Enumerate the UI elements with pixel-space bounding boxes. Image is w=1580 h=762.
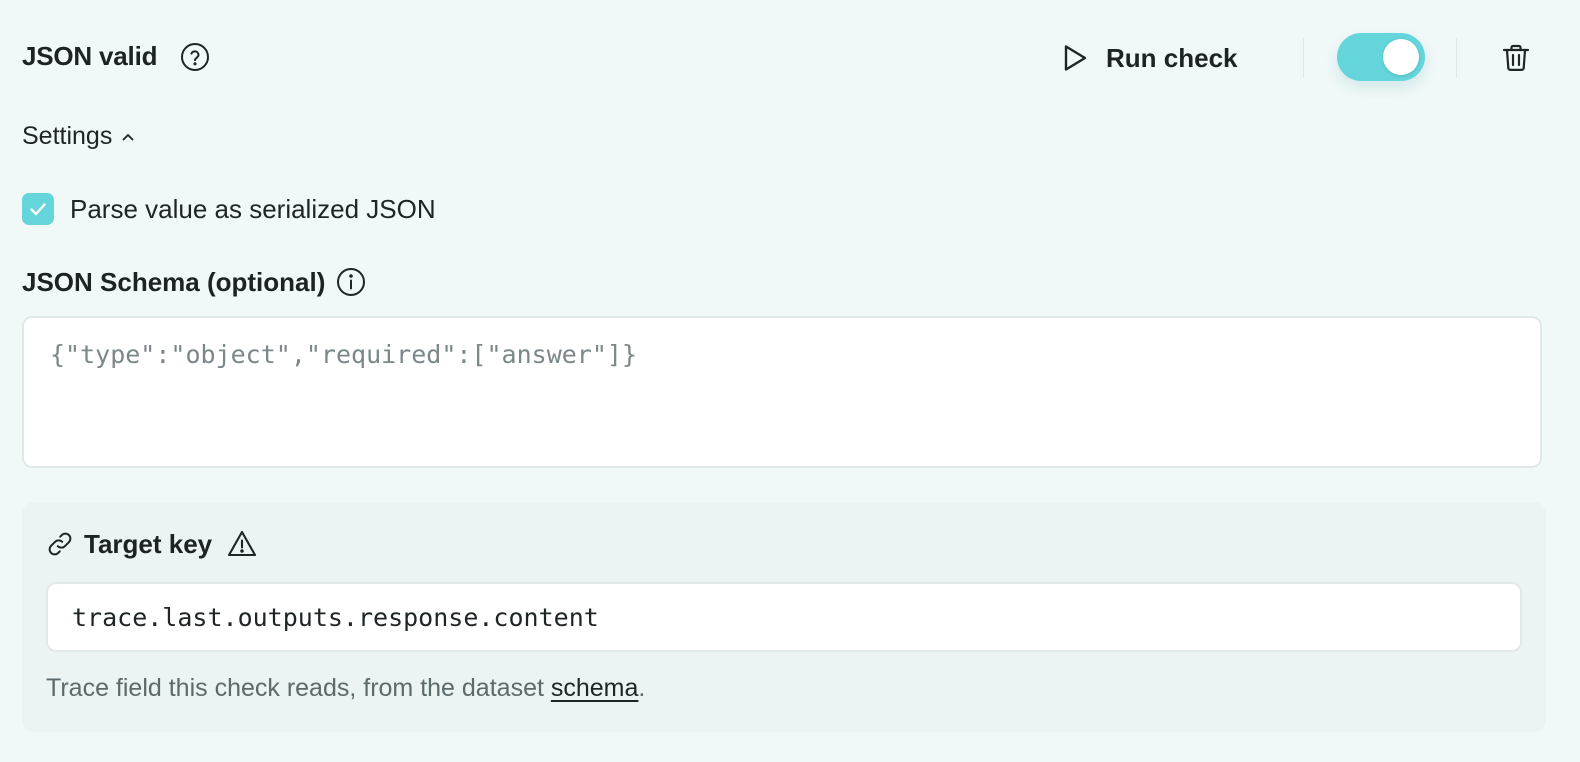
header-divider [1303,38,1304,78]
settings-label: Settings [22,122,113,150]
settings-toggle[interactable]: Settings [22,122,136,151]
check-icon [30,203,46,216]
info-icon[interactable] [335,266,367,298]
link-icon [48,532,72,556]
target-key-label: Target key [84,528,213,559]
help-circle-icon[interactable] [179,41,211,73]
target-key-panel: Target key trace.last.outputs.response.c… [22,502,1546,732]
check-title: JSON valid [22,41,158,71]
check-header: JSON valid Run check [22,30,1558,86]
parse-json-checkbox[interactable] [22,193,54,225]
warning-triangle-icon[interactable] [226,528,258,560]
trash-icon[interactable] [1500,42,1532,74]
hint-suffix: . [638,674,646,702]
enable-toggle[interactable] [1337,33,1425,81]
target-key-header: Target key [46,528,258,560]
target-key-hint: Trace field this check reads, from the d… [46,674,645,703]
schema-label-row: JSON Schema (optional) [22,266,367,298]
play-icon [1064,45,1087,71]
schema-label: JSON Schema (optional) [22,266,326,297]
run-check-button[interactable]: Run check [1060,30,1238,86]
run-check-label: Run check [1106,42,1238,73]
parse-json-option: Parse value as serialized JSON [22,193,436,225]
header-divider [1456,38,1457,78]
toggle-knob [1383,39,1419,75]
target-key-input[interactable]: trace.last.outputs.response.content [46,582,1522,652]
json-schema-textarea[interactable]: {"type":"object","required":["answer"]} [22,316,1542,468]
chevron-up-icon [122,133,134,140]
schema-link[interactable]: schema [551,674,639,702]
parse-json-label: Parse value as serialized JSON [70,193,436,224]
hint-text: Trace field this check reads, from the d… [46,674,551,702]
